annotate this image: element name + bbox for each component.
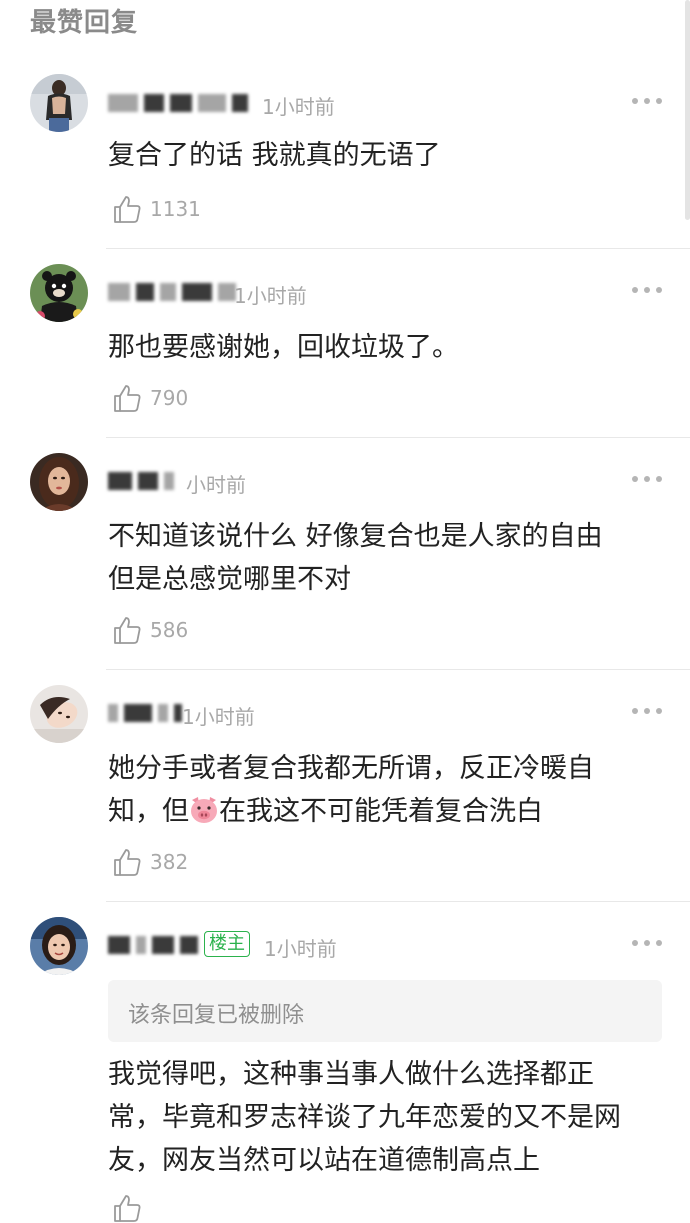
like-button[interactable]: 1131 <box>112 194 201 224</box>
divider <box>106 437 690 438</box>
timestamp: 1小时前 <box>182 705 255 729</box>
timestamp: 1小时前 <box>234 284 307 308</box>
pig-face-emoji-icon <box>191 797 217 823</box>
divider <box>106 248 690 249</box>
like-count: 790 <box>150 386 189 410</box>
timestamp: 小时前 <box>186 473 246 497</box>
more-options-button[interactable] <box>632 96 662 106</box>
section-title: 最赞回复 <box>30 8 139 38</box>
avatar[interactable] <box>30 685 88 743</box>
comment-text: 我觉得吧，这种事当事人做什么选择都正 常，毕竟和罗志祥谈了九年恋爱的又不是网 友… <box>108 1059 621 1176</box>
like-button[interactable]: 586 <box>112 615 188 645</box>
quoted-reply-box[interactable]: 该条回复已被删除 <box>108 980 662 1042</box>
thumbs-up-icon <box>114 196 141 223</box>
timestamp: 1小时前 <box>264 937 337 961</box>
like-count: 1131 <box>150 197 201 221</box>
like-button[interactable]: 382 <box>112 847 188 877</box>
username-redacted[interactable] <box>108 280 242 304</box>
more-options-button[interactable] <box>632 285 662 295</box>
comment-text: 那也要感谢她，回收垃圾了。 <box>108 332 459 363</box>
username-redacted[interactable] <box>108 91 254 115</box>
divider <box>106 669 690 670</box>
scrollbar[interactable] <box>685 0 690 220</box>
like-count: 586 <box>150 618 189 642</box>
timestamp: 1小时前 <box>262 95 335 119</box>
more-options-button[interactable] <box>632 474 662 484</box>
more-options-button[interactable] <box>632 706 662 716</box>
like-button[interactable]: 790 <box>112 383 188 413</box>
deleted-notice: 该条回复已被删除 <box>128 1003 305 1028</box>
like-count: 382 <box>150 850 189 874</box>
comment-text: 复合了的话 我就真的无语了 <box>108 140 441 171</box>
avatar[interactable] <box>30 453 88 511</box>
thumbs-up-icon <box>114 849 141 876</box>
username-redacted[interactable] <box>108 469 180 493</box>
username-redacted[interactable] <box>108 933 204 957</box>
avatar[interactable] <box>30 264 88 322</box>
avatar[interactable] <box>30 74 88 132</box>
like-button[interactable] <box>112 1193 142 1223</box>
username-redacted[interactable] <box>108 701 188 725</box>
thumbs-up-icon <box>114 385 141 412</box>
thread-owner-badge: 楼主 <box>204 931 250 957</box>
avatar[interactable] <box>30 917 88 975</box>
divider <box>106 901 690 902</box>
thumbs-up-icon <box>114 617 141 644</box>
comment-text: 她分手或者复合我都无所谓，反正冷暖自 知，但 在我这不可能凭着复合洗白 <box>108 753 594 827</box>
comment-text: 不知道该说什么 好像复合也是人家的自由 但是总感觉哪里不对 <box>108 521 603 595</box>
thumbs-up-icon <box>114 1195 141 1222</box>
more-options-button[interactable] <box>632 938 662 948</box>
